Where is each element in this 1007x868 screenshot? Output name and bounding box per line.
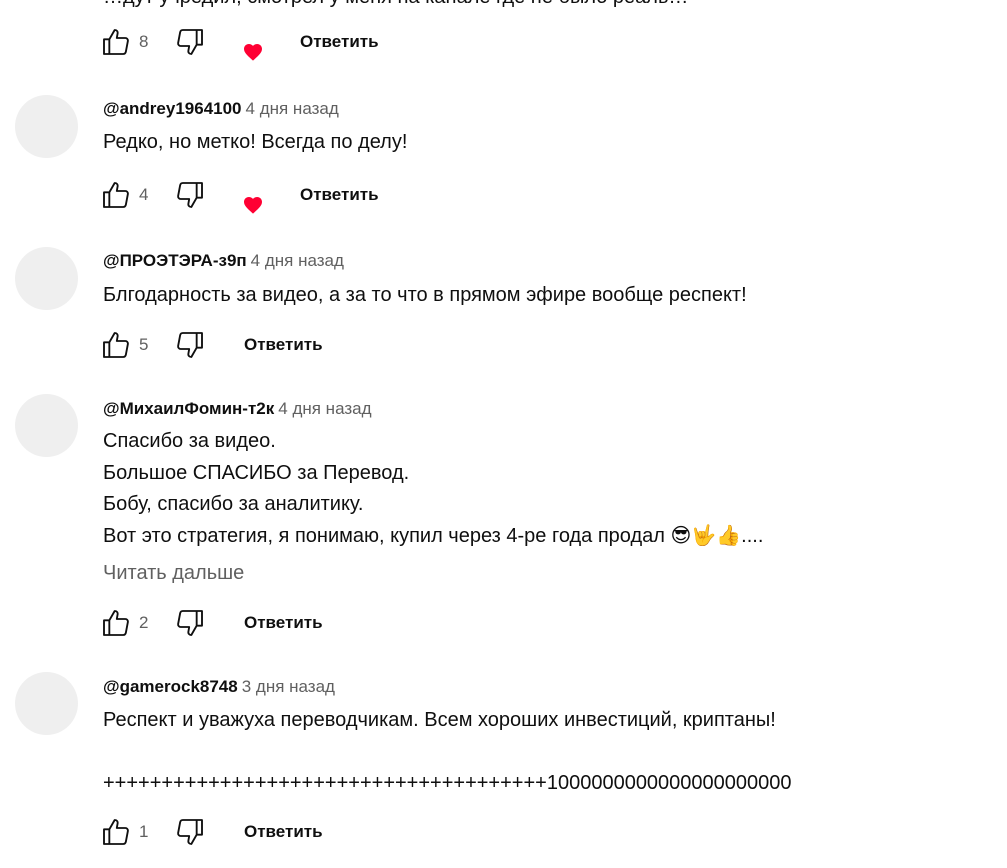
comment-header: @ПРОЭТЭРА-з9п 4 дня назад (103, 251, 344, 271)
comment-line: Бобу, спасибо за аналитику. (103, 493, 364, 515)
like-button[interactable] (100, 26, 132, 58)
avatar[interactable] (15, 247, 78, 310)
comment-line: Спасибо за видео. (103, 430, 276, 452)
comment-header: @gamerock8748 3 дня назад (103, 677, 335, 697)
comment-line: Респект и уважуха переводчикам. Всем хор… (103, 709, 776, 731)
like-count: 4 (139, 185, 149, 204)
comment-line: ++++++++++++++++++++++++++++++++++++++10… (103, 772, 792, 794)
comment-author[interactable]: @andrey1964100 (103, 99, 242, 118)
thumbs-down-icon (177, 182, 203, 208)
comment-actions: 4 Ответить (0, 175, 1007, 215)
comment-actions-top: 8 Ответить (0, 22, 1007, 62)
comment-author[interactable]: @gamerock8748 (103, 677, 238, 696)
like-button[interactable] (100, 179, 132, 211)
comment-actions: 2 Ответить (0, 603, 1007, 643)
thumbs-down-icon (177, 610, 203, 636)
thumbs-up-icon (103, 29, 129, 55)
comment-author[interactable]: @ПРОЭТЭРА-з9п (103, 251, 247, 270)
comment-header: @МихаилФомин-т2к 4 дня назад (103, 399, 372, 419)
reply-button[interactable]: Ответить (300, 185, 379, 205)
thumbs-down-icon (177, 29, 203, 55)
dislike-button[interactable] (174, 816, 206, 848)
avatar[interactable] (15, 95, 78, 158)
comment-text: Редко, но метко! Всегда по делу! (103, 127, 407, 159)
comment-line: Большое СПАСИБО за Перевод. (103, 461, 410, 484)
comment-line: Блгодарность за видео, а за то что в пря… (103, 284, 747, 306)
comment-line (103, 737, 792, 769)
thumbs-down-icon (177, 819, 203, 845)
comment-time[interactable]: 4 дня назад (246, 99, 339, 118)
comment-header: @andrey1964100 4 дня назад (103, 99, 339, 119)
comment-text: Спасибо за видео. Большое СПАСИБО за Пер… (103, 426, 763, 552)
like-count: 8 (139, 32, 149, 51)
comment-line: Редко, но метко! Всегда по делу! (103, 131, 408, 153)
comment-text: Блгодарность за видео, а за то что в пря… (103, 280, 747, 312)
read-more-link[interactable]: Читать дальше (103, 562, 244, 585)
reply-button[interactable]: Ответить (244, 822, 323, 842)
comment-text: Респект и уважуха переводчикам. Всем хор… (103, 705, 792, 800)
reply-button[interactable]: Ответить (300, 32, 379, 52)
reply-button[interactable]: Ответить (244, 613, 323, 633)
comment-actions: 5 Ответить (0, 325, 1007, 365)
like-count: 2 (139, 613, 149, 632)
comment-line: Вот это стратегия, я понимаю, купил чере… (103, 524, 764, 547)
dislike-button[interactable] (174, 26, 206, 58)
thumbs-up-icon (103, 819, 129, 845)
dislike-button[interactable] (174, 179, 206, 211)
thumbs-up-icon (103, 332, 129, 358)
like-count: 1 (139, 822, 149, 841)
like-button[interactable] (100, 816, 132, 848)
comment-time[interactable]: 4 дня назад (251, 251, 344, 270)
dislike-button[interactable] (174, 607, 206, 639)
avatar[interactable] (15, 672, 78, 735)
thumbs-down-icon (177, 332, 203, 358)
thumbs-up-icon (103, 182, 129, 208)
comment-time[interactable]: 3 дня назад (242, 677, 335, 696)
comment-time[interactable]: 4 дня назад (278, 399, 371, 418)
like-count: 5 (139, 335, 149, 354)
dislike-button[interactable] (174, 329, 206, 361)
thumbs-up-icon (103, 610, 129, 636)
avatar[interactable] (15, 394, 78, 457)
comment-actions: 1 Ответить (0, 812, 1007, 852)
creator-heart-icon (243, 196, 263, 214)
reply-button[interactable]: Ответить (244, 335, 323, 355)
partial-comment-text: …дут учредил, смотрел у меня на канале г… (103, 0, 688, 9)
like-button[interactable] (100, 607, 132, 639)
comment-author[interactable]: @МихаилФомин-т2к (103, 399, 274, 418)
like-button[interactable] (100, 329, 132, 361)
creator-heart-icon (243, 43, 263, 61)
